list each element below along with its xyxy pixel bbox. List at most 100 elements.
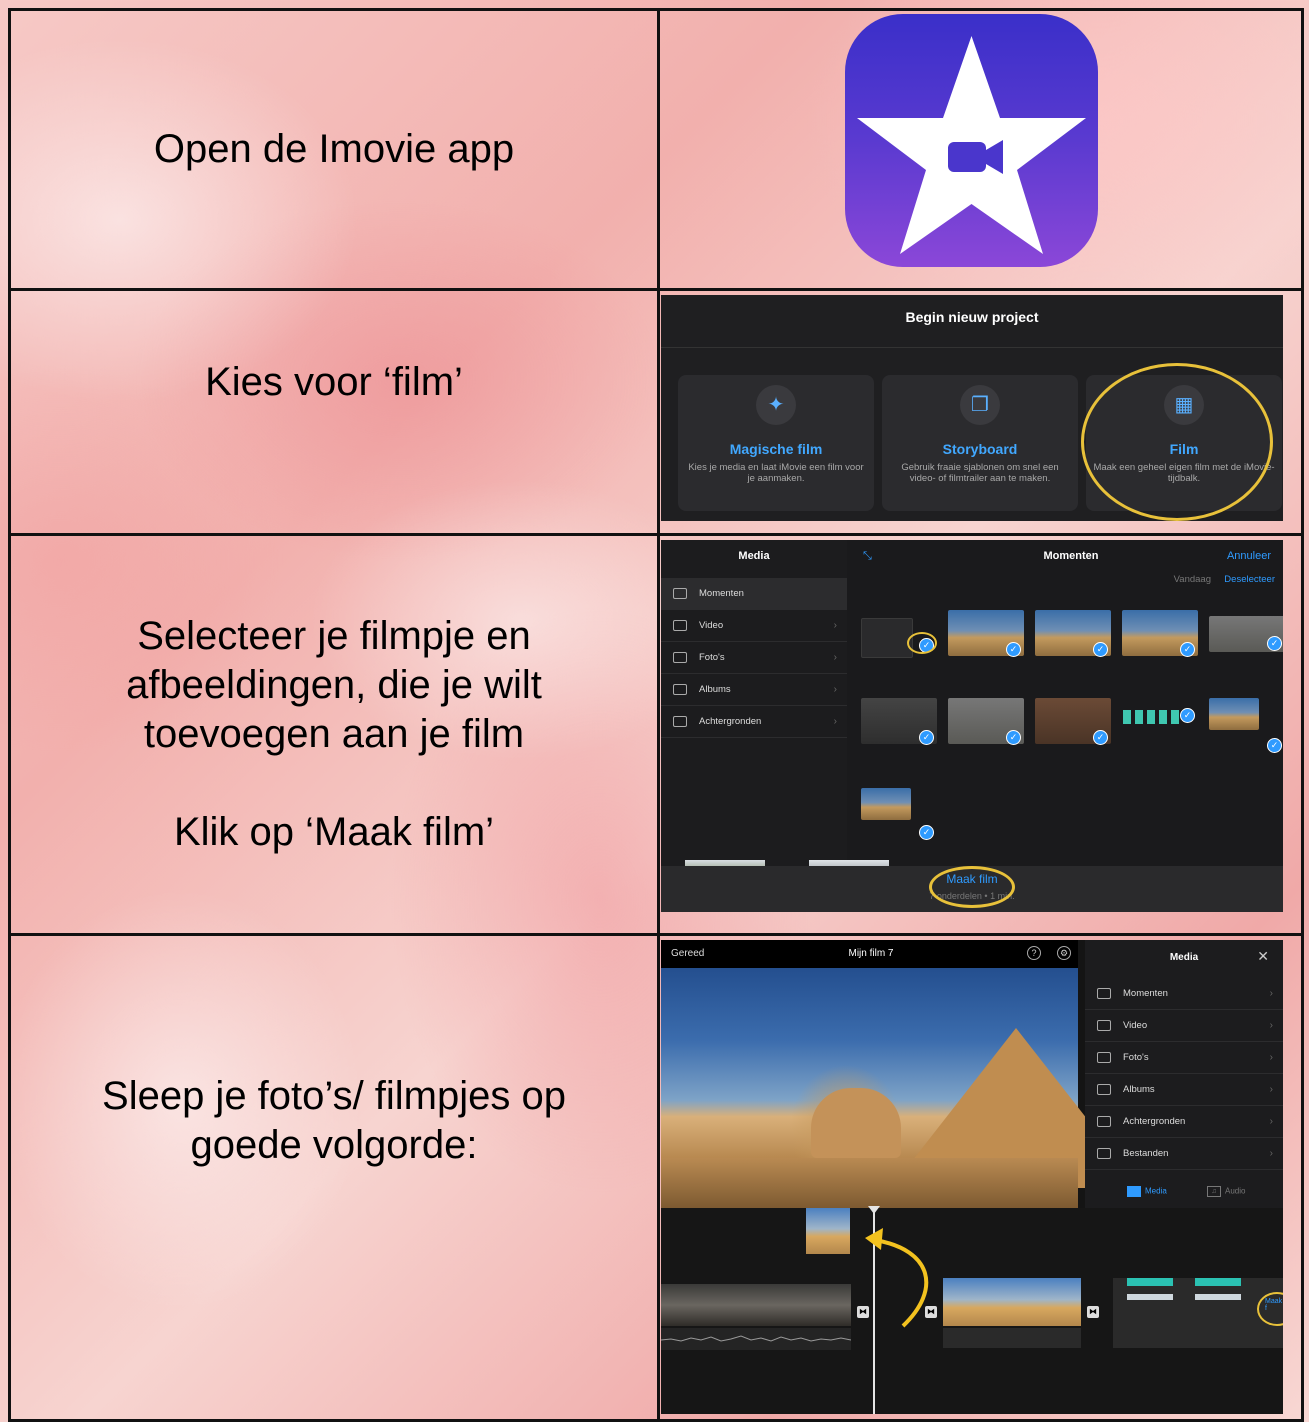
magic-film-desc: Kies je media en laat iMovie een film vo… xyxy=(688,462,864,484)
checkmark-icon: ✓ xyxy=(1093,642,1108,657)
step-1-text: Open de Imovie app xyxy=(153,127,515,171)
audio-tab[interactable]: ♫ Audio xyxy=(1207,1186,1245,1197)
media-item-fotos[interactable]: Foto's › xyxy=(1085,1042,1283,1074)
new-project-screenshot: Begin nieuw project ✦ Magische film Kies… xyxy=(661,295,1283,521)
media-item-bestanden[interactable]: Bestanden › xyxy=(1085,1138,1283,1170)
timeline[interactable]: ⧓ ⧓ ⧓ Maak f xyxy=(661,1206,1283,1414)
photo-icon xyxy=(673,652,687,663)
media-item-albums[interactable]: Albums › xyxy=(1085,1074,1283,1106)
project-title: Mijn film 7 xyxy=(848,948,894,959)
storyboard-stack-icon: ❐ xyxy=(960,385,1000,425)
album-icon xyxy=(673,684,687,695)
magic-film-card[interactable]: ✦ Magische film Kies je media en laat iM… xyxy=(678,375,874,511)
media-item-momenten[interactable]: Momenten › xyxy=(1085,978,1283,1010)
dragged-clip[interactable] xyxy=(806,1208,850,1254)
cancel-button[interactable]: Annuleer xyxy=(1227,550,1271,562)
transition-icon[interactable]: ⧓ xyxy=(1087,1306,1099,1318)
transition-icon[interactable]: ⧓ xyxy=(857,1306,869,1318)
expand-icon[interactable]: ⤡ xyxy=(863,550,872,563)
close-icon[interactable]: ✕ xyxy=(1257,948,1269,965)
chevron-right-icon: › xyxy=(833,716,837,727)
step-3-text: Selecteer je filmpje en afbeeldingen, di… xyxy=(126,614,542,854)
sidebar-label: Video xyxy=(699,620,724,631)
moments-title: Momenten xyxy=(1043,550,1099,562)
done-button[interactable]: Gereed xyxy=(671,948,704,959)
checkmark-icon: ✓ xyxy=(1267,738,1282,753)
imovie-star-camera-icon xyxy=(845,14,1098,267)
settings-gear-icon[interactable]: ⚙ xyxy=(1057,946,1071,960)
help-icon[interactable]: ? xyxy=(1027,946,1041,960)
media-item-label: Foto's xyxy=(1123,1052,1149,1063)
timeline-clip[interactable] xyxy=(661,1284,851,1326)
media-item-label: Achtergronden xyxy=(1123,1116,1186,1127)
deselect-button[interactable]: Deselecteer xyxy=(1224,574,1275,585)
media-item-label: Momenten xyxy=(1123,988,1168,999)
media-thumbnail[interactable] xyxy=(861,788,911,820)
column-divider xyxy=(657,11,660,1419)
media-item-achtergronden[interactable]: Achtergronden › xyxy=(1085,1106,1283,1138)
checkmark-icon: ✓ xyxy=(1180,708,1195,723)
separator xyxy=(661,347,1283,348)
clip-thumbnail xyxy=(1195,1294,1241,1300)
media-tab[interactable]: Media xyxy=(1127,1186,1167,1197)
checkmark-icon: ✓ xyxy=(1006,642,1021,657)
moments-icon xyxy=(1097,988,1111,999)
checkmark-icon: ✓ xyxy=(1180,642,1195,657)
clip-thumbnail xyxy=(1127,1278,1173,1286)
media-tab-icon xyxy=(1127,1186,1141,1197)
bottom-bar: Maak film 7 onderdelen • 1 min. xyxy=(661,866,1283,912)
editor-media-panel: Media ✕ Momenten › Video › Foto's › Albums ›… xyxy=(1085,940,1283,1208)
chevron-right-icon: › xyxy=(1269,1084,1273,1095)
media-sidebar: Media Momenten Video › Foto's › Albums › Ac… xyxy=(661,540,847,875)
sidebar-label: Achtergronden xyxy=(699,716,762,727)
clip-thumbnail xyxy=(1195,1278,1241,1286)
chevron-right-icon: › xyxy=(1269,1148,1273,1159)
photo-icon xyxy=(1097,1052,1111,1063)
magic-film-label: Magische film xyxy=(729,441,823,457)
film-highlight-ring xyxy=(1081,363,1273,521)
film-strip-icon xyxy=(1097,1020,1111,1031)
step-2-text: Kies voor ‘film’ xyxy=(205,359,463,404)
sidebar-item-video[interactable]: Video › xyxy=(661,610,847,642)
chevron-right-icon: › xyxy=(833,652,837,663)
magic-wand-sparkles-icon: ✦ xyxy=(756,385,796,425)
audio-tab-label: Audio xyxy=(1225,1186,1246,1196)
preview-viewer xyxy=(661,968,1141,1208)
media-thumbnail[interactable] xyxy=(1123,710,1183,724)
sidebar-item-fotos[interactable]: Foto's › xyxy=(661,642,847,674)
selection-ring xyxy=(907,632,937,654)
background-icon xyxy=(1097,1116,1111,1127)
sidebar-label: Albums xyxy=(699,684,731,695)
checkmark-icon: ✓ xyxy=(919,825,934,840)
background-icon xyxy=(673,716,687,727)
clip-audio-track xyxy=(943,1328,1081,1348)
timeline-clip[interactable] xyxy=(943,1278,1081,1326)
storyboard-card[interactable]: ❐ Storyboard Gebruik fraaie sjablonen om… xyxy=(882,375,1078,511)
film-strip-icon xyxy=(673,620,687,631)
media-thumbnail[interactable] xyxy=(861,618,913,658)
media-item-label: Video xyxy=(1123,1020,1148,1031)
media-item-video[interactable]: Video › xyxy=(1085,1010,1283,1042)
media-panel-title: Media xyxy=(1169,952,1199,963)
chevron-right-icon: › xyxy=(833,684,837,695)
sidebar-item-achtergronden[interactable]: Achtergronden › xyxy=(661,706,847,738)
media-tab-label: Media xyxy=(1145,1186,1167,1196)
media-thumbnail[interactable] xyxy=(1209,698,1259,730)
step-4-text: Sleep je foto’s/ filmpjes op goede volgo… xyxy=(102,1073,566,1167)
checkmark-icon: ✓ xyxy=(919,730,934,745)
checkmark-icon: ✓ xyxy=(1093,730,1108,745)
music-note-icon: ♫ xyxy=(1207,1186,1221,1197)
transition-icon[interactable]: ⧓ xyxy=(925,1306,937,1318)
new-project-title: Begin nieuw project xyxy=(905,309,1039,325)
make-film-highlight-ring xyxy=(929,866,1015,908)
album-icon xyxy=(1097,1084,1111,1095)
media-picker-screenshot: Media Momenten Video › Foto's › Albums › Ac… xyxy=(661,540,1283,912)
checkmark-icon: ✓ xyxy=(1006,730,1021,745)
folder-icon xyxy=(1097,1148,1111,1159)
sidebar-item-momenten[interactable]: Momenten xyxy=(661,578,847,610)
editor-screenshot: Gereed Mijn film 7 ? ⚙ Media ✕ Momenten ›… xyxy=(661,940,1283,1414)
media-sidebar-title: Media xyxy=(738,550,770,562)
playhead-marker xyxy=(868,1206,880,1214)
sidebar-item-albums[interactable]: Albums › xyxy=(661,674,847,706)
sphinx-image xyxy=(811,1088,901,1158)
